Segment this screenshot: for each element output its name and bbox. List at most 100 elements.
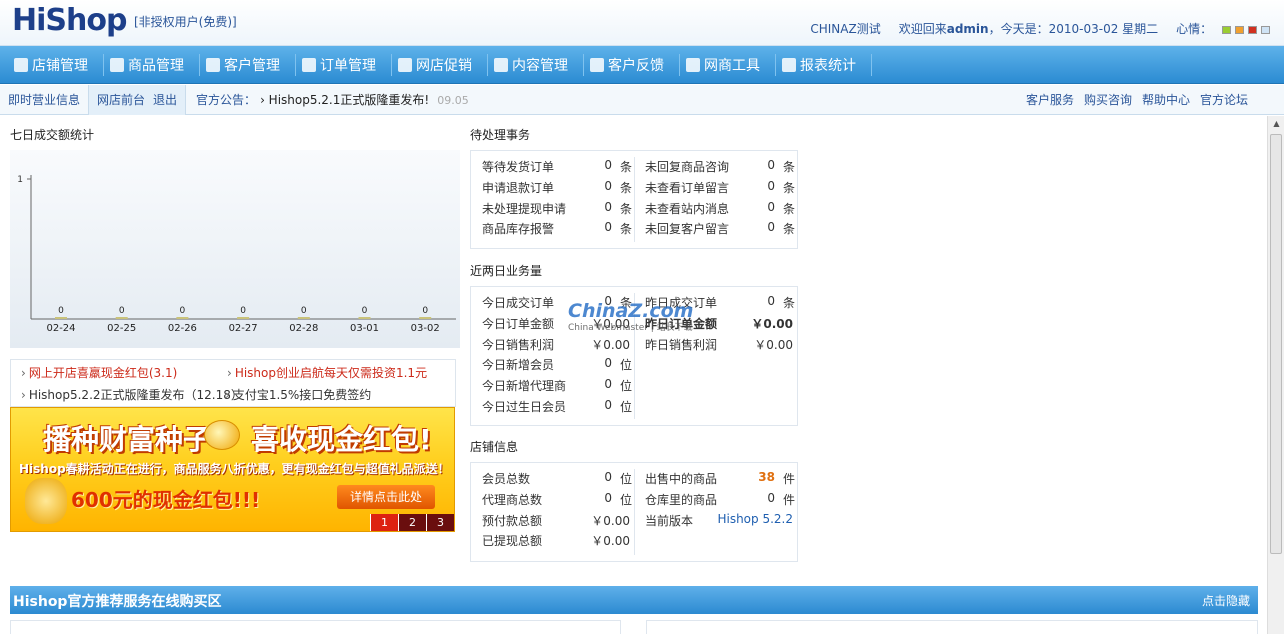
- nav-item-label: 网店促销: [416, 57, 472, 74]
- banner-page-button[interactable]: 2: [398, 514, 426, 531]
- stat-row: 商品库存报警 0 条: [482, 220, 632, 237]
- watermark: ChinaZ.com China Webmaster | 站长下载: [568, 300, 694, 333]
- nav-item[interactable]: 店铺管理: [8, 53, 104, 76]
- stat-value: 0: [604, 470, 612, 484]
- nav-item[interactable]: 内容管理: [488, 53, 584, 76]
- stat-label: 今日成交订单: [482, 296, 555, 310]
- scroll-thumb[interactable]: [1270, 134, 1282, 554]
- recent-title: 近两日业务量: [470, 264, 543, 278]
- help-link[interactable]: 购买咨询: [1084, 91, 1132, 108]
- gold-coins-icon: [25, 478, 67, 524]
- stat-value: 0: [604, 178, 612, 193]
- stat-value: ￥0.00: [754, 337, 793, 352]
- x-tick-label: 03-01: [350, 323, 379, 334]
- stat-row: 未查看站内消息 0 条: [645, 200, 795, 217]
- news-item[interactable]: › Hishop创业启航每天仅需投资1.1元: [227, 364, 427, 381]
- seed-icon: [204, 420, 240, 450]
- stat-label: 未处理提现申请: [482, 201, 567, 216]
- data-label: 0: [362, 306, 368, 316]
- realtime-info-link[interactable]: 即时营业信息: [0, 84, 90, 115]
- stat-unit: 条: [619, 201, 632, 216]
- announcement-date: 09.05: [437, 94, 469, 107]
- shop-title: 店铺信息: [470, 440, 519, 454]
- nav-item[interactable]: 商品管理: [104, 53, 200, 76]
- nav-item-label: 客户管理: [224, 57, 280, 74]
- nav-item-label: 内容管理: [512, 57, 568, 74]
- announcement-link[interactable]: › Hishop5.2.1正式版隆重发布!: [260, 93, 429, 107]
- storefront-link[interactable]: 网店前台: [97, 85, 145, 115]
- sales-chart-svg: 1 0 02-24 0 02-25 0 02-26 0 02-27 0 02-28 0 03-01 0 03…: [17, 175, 456, 334]
- site-name[interactable]: CHINAZ测试: [810, 20, 880, 37]
- announcement-label: 官方公告：: [196, 93, 257, 107]
- banner-page-button[interactable]: 3: [426, 514, 454, 531]
- stat-label: 未查看站内消息: [645, 201, 730, 216]
- scroll-up-icon[interactable]: ▲: [1268, 116, 1284, 132]
- stat-value: 0: [604, 490, 612, 505]
- front-actions: 网店前台 退出: [89, 84, 187, 115]
- stat-value: ￥0.00: [751, 316, 793, 331]
- stat-row: 昨日销售利润 ￥0.00: [645, 336, 795, 353]
- nav-item[interactable]: 订单管理: [296, 53, 392, 76]
- logout-link[interactable]: 退出: [153, 85, 177, 115]
- news-list: › 网上开店喜羸现金红包(3.1) › Hishop创业启航每天仅需投资1.1元 ›…: [10, 359, 456, 407]
- order-icon: [302, 57, 316, 72]
- x-tick-label: 02-28: [289, 323, 318, 334]
- news-item[interactable]: › Hishop5.2.2正式版隆重发布（12.18）: [21, 386, 243, 403]
- stat-unit: 条: [782, 222, 795, 237]
- stat-value: 0: [767, 294, 775, 308]
- data-label: 0: [240, 306, 246, 316]
- hide-recommend-link[interactable]: 点击隐藏: [1202, 592, 1250, 609]
- nav-item[interactable]: 报表统计: [776, 53, 872, 76]
- stat-row: 出售中的商品 38 件: [645, 470, 795, 487]
- stat-unit: 条: [782, 160, 795, 174]
- nav-item[interactable]: 客户管理: [200, 53, 296, 76]
- promo-banner[interactable]: 播种财富种子 喜收现金红包! Hishop春耕活动正在进行，商品服务八折优惠，更有…: [10, 407, 455, 532]
- help-link[interactable]: 帮助中心: [1142, 91, 1190, 108]
- news-item[interactable]: › 网上开店喜羸现金红包(3.1): [21, 364, 177, 381]
- stat-row: 今日新增代理商 0 位: [482, 377, 632, 394]
- mood-option[interactable]: [1261, 25, 1270, 34]
- mood-option[interactable]: [1235, 25, 1244, 34]
- mood-option[interactable]: [1222, 25, 1231, 34]
- stat-row: 等待发货订单 0 条: [482, 158, 632, 175]
- stat-value: 0: [767, 158, 775, 172]
- stat-label: 今日销售利润: [482, 337, 555, 352]
- stat-unit: 条: [619, 160, 632, 174]
- y-tick-label: 1: [17, 175, 23, 185]
- nav-item[interactable]: 客户反馈: [584, 53, 680, 76]
- feedback-icon: [590, 57, 604, 72]
- stat-row: 今日新增会员 0 位: [482, 356, 632, 373]
- header-info: CHINAZ测试 欢迎回来admin，今天是：2010-03-02 星期二 心情…: [810, 20, 1270, 37]
- hishop-logo[interactable]: HiShop: [12, 4, 127, 38]
- license-status: [非授权用户(免费)]: [134, 15, 237, 29]
- stat-unit: 位: [619, 472, 632, 486]
- bar: [419, 317, 432, 319]
- stat-label: 未回复商品咨询: [645, 160, 730, 174]
- stat-label: 昨日销售利润: [645, 337, 718, 352]
- banner-page-button[interactable]: 1: [370, 514, 398, 531]
- nav-item[interactable]: 网店促销: [392, 53, 488, 76]
- sales-chart: 1 0 02-24 0 02-25 0 02-26 0 02-27 0 02-28 0 03-01 0 03…: [10, 150, 460, 348]
- stat-label: 已提现总额: [482, 534, 543, 549]
- stat-row: 会员总数 0 位: [482, 470, 632, 487]
- stat-label: 未回复客户留言: [645, 222, 730, 237]
- mood-picker: 心情：: [1176, 20, 1270, 37]
- banner-cta-button[interactable]: 详情点击此处: [337, 485, 435, 509]
- mood-option[interactable]: [1248, 25, 1257, 34]
- stat-unit: 位: [619, 400, 632, 414]
- banner-amount: 600元的现金红包!!!: [71, 488, 261, 512]
- stat-value: 0: [604, 398, 612, 412]
- announcement: 官方公告： › Hishop5.2.1正式版隆重发布! 09.05: [186, 91, 469, 108]
- stat-row: 代理商总数 0 位: [482, 491, 632, 508]
- stat-row: 未回复商品咨询 0 条: [645, 158, 795, 175]
- vertical-scrollbar[interactable]: ▲: [1267, 116, 1284, 634]
- edit-icon: [494, 57, 508, 72]
- help-link[interactable]: 官方论坛: [1200, 91, 1248, 108]
- stat-label: 今日订单金额: [482, 316, 555, 331]
- news-item[interactable]: › 支付宝1.5%接口免费签约: [225, 386, 371, 403]
- stat-row: 申请退款订单 0 条: [482, 179, 632, 196]
- help-link[interactable]: 客户服务: [1026, 91, 1074, 108]
- nav-item[interactable]: 网商工具: [680, 53, 776, 76]
- bar: [115, 317, 128, 319]
- stat-label: 代理商总数: [482, 492, 543, 507]
